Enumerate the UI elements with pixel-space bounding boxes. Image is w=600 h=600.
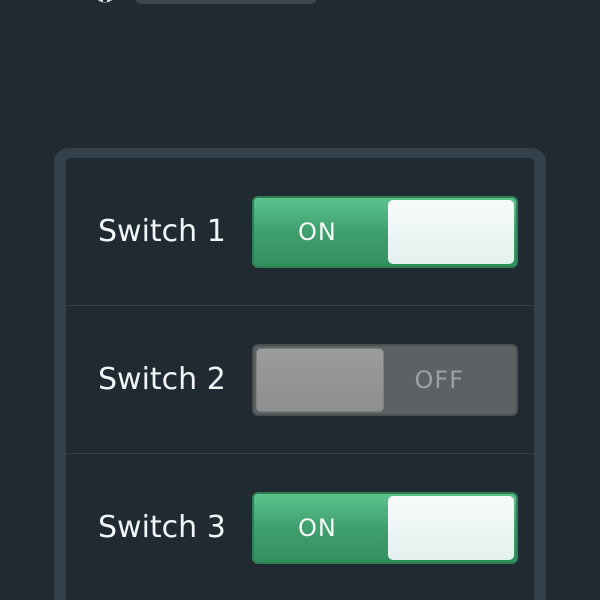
switch-thumb[interactable]	[388, 496, 514, 560]
switch-state-text: ON	[298, 514, 337, 542]
switch-state-text: ON	[298, 217, 337, 246]
switch-panel: Switch 1 ON Switch 2 OFF Switch 3 ON	[54, 148, 546, 600]
switch-1-toggle[interactable]: ON	[252, 195, 518, 268]
switch-2-toggle[interactable]: OFF	[252, 343, 518, 416]
header	[92, 0, 316, 8]
app-logo-icon	[92, 0, 118, 4]
switch-label: Switch 1	[98, 213, 226, 249]
switch-list: Switch 1 ON Switch 2 OFF Switch 3 ON	[66, 158, 534, 600]
switch-row-3: Switch 3 ON	[66, 454, 534, 600]
switch-thumb[interactable]	[256, 347, 384, 412]
switch-3-toggle[interactable]: ON	[252, 492, 518, 564]
switches-screen: Switch 1 ON Switch 2 OFF Switch 3 ON	[0, 0, 600, 600]
switch-label: Switch 3	[98, 510, 226, 545]
switch-label: Switch 2	[98, 361, 226, 397]
switch-row-1: Switch 1 ON	[66, 158, 534, 306]
switch-state-text: OFF	[414, 365, 464, 394]
switch-thumb[interactable]	[388, 199, 514, 264]
switch-row-2: Switch 2 OFF	[66, 306, 534, 454]
header-title	[136, 0, 316, 4]
